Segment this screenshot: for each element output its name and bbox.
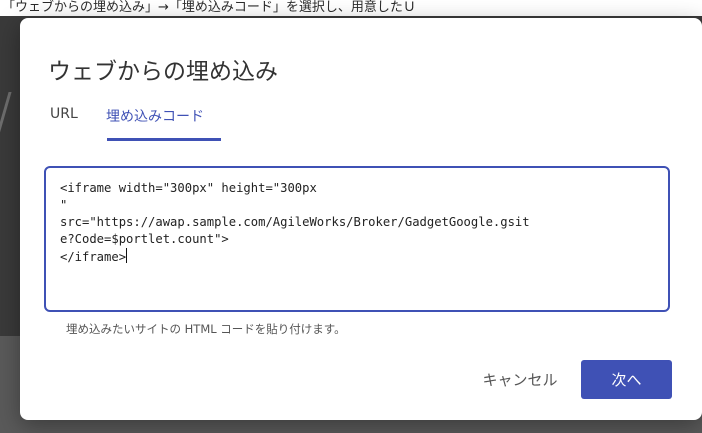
active-tab-indicator — [107, 138, 221, 141]
embed-from-web-dialog: ウェブからの埋め込み URL 埋め込みコード <iframe width="30… — [20, 18, 702, 420]
next-button[interactable]: 次へ — [581, 360, 672, 399]
embed-code-textarea[interactable]: <iframe width="300px" height="300px " sr… — [44, 166, 670, 312]
cancel-button[interactable]: キャンセル — [470, 360, 570, 398]
embed-code-value: <iframe width="300px" height="300px " sr… — [60, 181, 530, 264]
text-caret — [126, 248, 128, 263]
dialog-title: ウェブからの埋め込み — [48, 59, 278, 85]
tab-url[interactable]: URL — [50, 106, 78, 122]
helper-text: 埋め込みたいサイトの HTML コードを貼り付けます。 — [66, 322, 346, 336]
tab-embed-code[interactable]: 埋め込みコード — [106, 106, 204, 126]
background-instruction-text: 「ウェブからの埋め込み」→「埋め込みコード」を選択し、用意したＵ — [2, 0, 416, 15]
